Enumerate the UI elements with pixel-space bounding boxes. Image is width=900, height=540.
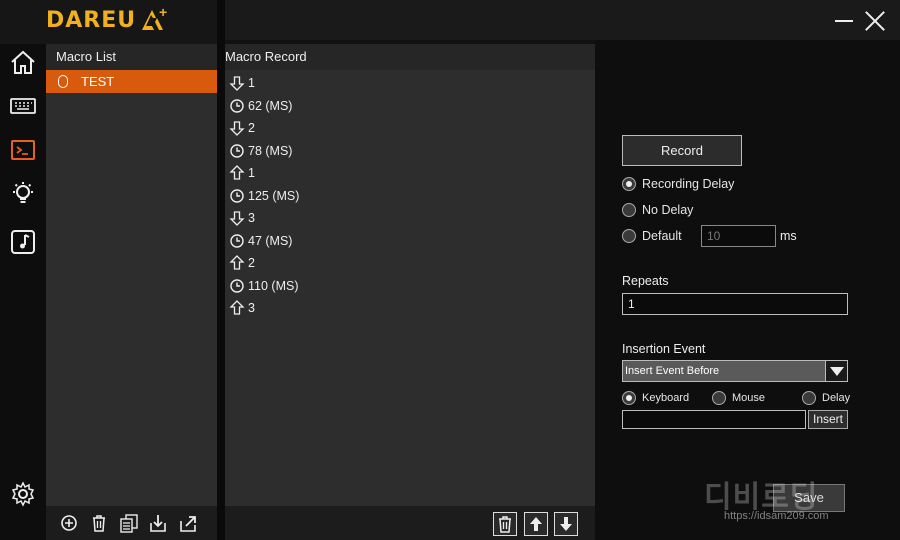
- add-icon[interactable]: [59, 513, 79, 533]
- record-event-row[interactable]: 110 (MS): [225, 275, 595, 298]
- record-event-row[interactable]: 125 (MS): [225, 185, 595, 208]
- import-icon[interactable]: [148, 513, 168, 533]
- record-event-text: 125 (MS): [248, 188, 300, 203]
- move-up-button[interactable]: [524, 512, 548, 536]
- radio-icon: [622, 391, 636, 405]
- insertion-selected-value: Insert Event Before: [625, 365, 720, 377]
- macro-list-toolbar: [46, 506, 217, 540]
- record-event-row[interactable]: 1: [225, 72, 595, 95]
- title-divider: [217, 0, 225, 44]
- delete-icon[interactable]: [89, 513, 109, 533]
- record-event-text: 3: [248, 301, 255, 315]
- insert-value-input[interactable]: [622, 410, 806, 429]
- macro-list-item[interactable]: TEST: [46, 70, 217, 93]
- panel-separator: [217, 44, 225, 540]
- delete-event-button[interactable]: [493, 512, 517, 536]
- repeats-input[interactable]: 1: [622, 293, 848, 315]
- record-event-text: 2: [248, 256, 255, 270]
- record-event-text: 1: [248, 76, 255, 90]
- insert-mouse-option[interactable]: Mouse: [712, 389, 765, 407]
- record-event-row[interactable]: 78 (MS): [225, 140, 595, 163]
- repeats-label: Repeats: [622, 274, 669, 288]
- logo-plus: +: [159, 4, 168, 20]
- export-icon[interactable]: [178, 513, 198, 533]
- terminal-icon[interactable]: [9, 136, 37, 164]
- recording-delay-label: Recording Delay: [642, 177, 735, 191]
- insertion-event-select[interactable]: Insert Event Before: [622, 360, 848, 382]
- record-button[interactable]: Record: [622, 135, 742, 166]
- no-delay-label: No Delay: [642, 203, 694, 217]
- keyboard-label: Keyboard: [642, 392, 690, 404]
- radio-icon: [712, 391, 726, 405]
- record-event-row[interactable]: 1: [225, 162, 595, 185]
- lightbulb-icon[interactable]: [9, 180, 37, 208]
- record-event-list: 1 62 (MS) 2 78 (MS) 1 125 (MS) 3 47 (MS) 2 110 (M…: [225, 70, 595, 320]
- insert-delay-option[interactable]: Delay: [802, 389, 850, 407]
- macro-record-title: Macro Record: [225, 44, 595, 70]
- default-delay-input[interactable]: 10: [701, 225, 776, 247]
- music-icon[interactable]: [9, 228, 37, 256]
- radio-icon: [622, 177, 636, 191]
- record-toolbar: [225, 506, 595, 540]
- record-event-text: 3: [248, 211, 255, 225]
- delay-unit-label: ms: [780, 229, 797, 243]
- insertion-event-label: Insertion Event: [622, 342, 706, 356]
- gear-icon[interactable]: [9, 480, 37, 508]
- radio-icon: [622, 229, 636, 243]
- app-logo: DAREU: [46, 8, 137, 33]
- chevron-down-icon[interactable]: [825, 361, 847, 381]
- insert-button[interactable]: Insert: [808, 410, 848, 429]
- home-icon[interactable]: [9, 48, 37, 76]
- radio-icon: [802, 391, 816, 405]
- macro-item-label: TEST: [81, 74, 115, 89]
- default-delay-option[interactable]: Default: [622, 227, 682, 245]
- recording-delay-option[interactable]: Recording Delay: [622, 175, 734, 193]
- mouse-icon: [58, 75, 68, 88]
- keyboard-icon[interactable]: [9, 92, 37, 120]
- macro-record-panel: Macro Record 1 62 (MS) 2 78 (MS) 1 125 (MS) 3 4…: [225, 44, 595, 540]
- sidebar: [0, 44, 46, 540]
- save-button[interactable]: Save: [773, 484, 845, 512]
- mouse-label: Mouse: [732, 392, 766, 404]
- record-event-text: 78 (MS): [248, 143, 293, 158]
- logo-area: DAREU +: [0, 0, 220, 44]
- record-event-row[interactable]: 62 (MS): [225, 95, 595, 118]
- record-event-text: 2: [248, 121, 255, 135]
- copy-icon[interactable]: [119, 513, 139, 533]
- record-event-row[interactable]: 3: [225, 297, 595, 320]
- title-bar-right: [225, 0, 900, 40]
- delay-label: Delay: [822, 392, 851, 404]
- record-event-row[interactable]: 47 (MS): [225, 230, 595, 253]
- macro-list-panel: Macro List TEST: [46, 44, 217, 540]
- settings-panel: [595, 40, 900, 540]
- no-delay-option[interactable]: No Delay: [622, 201, 693, 219]
- record-event-text: 110 (MS): [248, 278, 299, 293]
- move-down-button[interactable]: [554, 512, 578, 536]
- radio-icon: [622, 203, 636, 217]
- record-event-text: 1: [248, 166, 255, 180]
- record-event-row[interactable]: 3: [225, 207, 595, 230]
- macro-list-title: Macro List: [46, 44, 217, 70]
- record-event-text: 47 (MS): [248, 233, 293, 248]
- record-event-text: 62 (MS): [248, 98, 293, 113]
- record-event-row[interactable]: 2: [225, 252, 595, 275]
- record-event-row[interactable]: 2: [225, 117, 595, 140]
- minimize-button[interactable]: [833, 8, 859, 34]
- close-button[interactable]: [862, 8, 888, 34]
- default-delay-label: Default: [642, 229, 682, 243]
- insert-keyboard-option[interactable]: Keyboard: [622, 389, 689, 407]
